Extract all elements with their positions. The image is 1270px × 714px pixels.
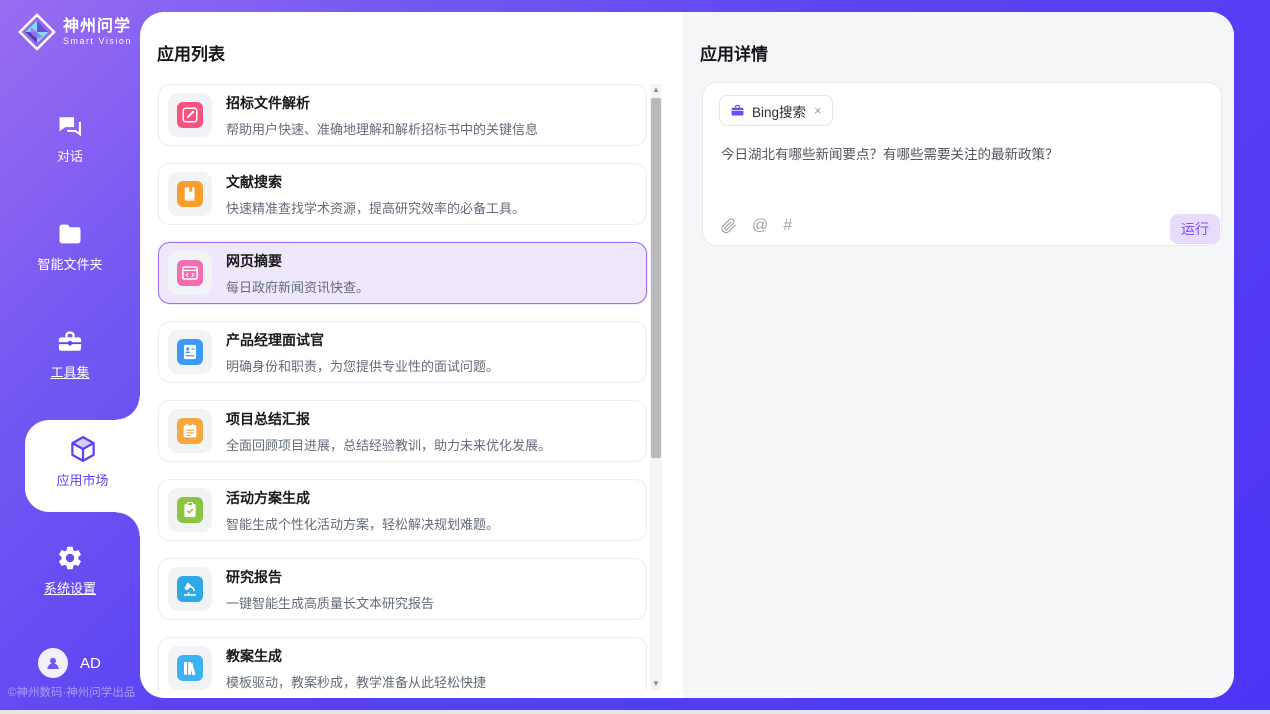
app-description: 快速精准查找学术资源，提高研究效率的必备工具。 [226, 198, 525, 217]
sidebar-item-label: 系统设置 [44, 581, 96, 596]
user-name: AD [80, 655, 101, 672]
app-card-web-summary[interactable]: 网页摘要 每日政府新闻资讯快查。 [158, 242, 647, 304]
app-card-lesson-plan[interactable]: 教案生成 模板驱动，教案秒成，教学准备从此轻松快捷 [158, 637, 647, 690]
chip-close-icon[interactable]: × [814, 103, 822, 118]
app-list-scrollbar[interactable]: ▲ ▼ [650, 84, 662, 690]
app-icon-tile [168, 330, 212, 374]
book-icon [177, 181, 203, 207]
at-icon[interactable]: @ [752, 217, 768, 235]
cube-icon [68, 434, 98, 464]
app-description: 帮助用户快速、准确地理解和解析招标书中的关键信息 [226, 119, 538, 138]
copyright: ©神州数码·神州问学出品 [8, 684, 140, 700]
query-card: Bing搜索 × 今日湖北有哪些新闻要点？有哪些需要关注的最新政策？ @ # [702, 82, 1222, 246]
query-text[interactable]: 今日湖北有哪些新闻要点？有哪些需要关注的最新政策？ [721, 145, 1201, 165]
browser-code-icon [177, 260, 203, 286]
clipboard-check-icon [177, 497, 203, 523]
app-icon-tile [168, 172, 212, 216]
scroll-down-arrow[interactable]: ▼ [650, 678, 662, 690]
toolbox-icon [56, 328, 84, 356]
app-card-bid-analysis[interactable]: 招标文件解析 帮助用户快速、准确地理解和解析招标书中的关键信息 [158, 84, 647, 146]
sidebar-item-settings[interactable]: 系统设置 [0, 544, 140, 598]
brand-diamond-icon [18, 13, 56, 51]
app-name: 招标文件解析 [226, 93, 538, 113]
app-icon-tile [168, 567, 212, 611]
app-description: 明确身份和职责，为您提供专业性的面试问题。 [226, 356, 499, 375]
app-name: 教案生成 [226, 646, 486, 666]
app-icon-tile [168, 251, 212, 295]
brand-name: 神州问学 [63, 18, 132, 36]
person-icon [44, 654, 62, 672]
run-button[interactable]: 运行 [1170, 214, 1220, 244]
app-name: 文献搜索 [226, 172, 525, 192]
app-card-literature-search[interactable]: 文献搜索 快速精准查找学术资源，提高研究效率的必备工具。 [158, 163, 647, 225]
app-detail-title: 应用详情 [700, 40, 768, 65]
brand: 神州问学 Smart Vision [18, 13, 132, 51]
scrollbar-thumb[interactable] [651, 98, 661, 458]
sidebar-item-toolset[interactable]: 工具集 [0, 328, 140, 382]
app-name: 项目总结汇报 [226, 409, 551, 429]
app-card-project-summary[interactable]: 项目总结汇报 全面回顾项目进展，总结经验教训，助力未来优化发展。 [158, 400, 647, 462]
app-detail-panel: 应用详情 Bing搜索 × 今日湖北有哪些新闻要点？有哪些需要关注的最新政策？ [683, 12, 1234, 698]
app-description: 每日政府新闻资讯快查。 [226, 277, 369, 296]
app-description: 全面回顾项目进展，总结经验教训，助力未来优化发展。 [226, 435, 551, 454]
app-name: 研究报告 [226, 567, 434, 587]
composer-toolbar: @ # [721, 217, 792, 235]
bottom-strip [0, 710, 1270, 714]
app-name: 活动方案生成 [226, 488, 499, 508]
sidebar-item-label: 智能文件夹 [37, 257, 102, 272]
app-card-event-plan[interactable]: 活动方案生成 智能生成个性化活动方案，轻松解决规划难题。 [158, 479, 647, 541]
briefcase-icon [730, 103, 745, 118]
app-name: 网页摘要 [226, 251, 369, 271]
hash-icon[interactable]: # [783, 217, 792, 235]
app-description: 一键智能生成高质量长文本研究报告 [226, 593, 434, 612]
resume-icon [177, 339, 203, 365]
sidebar-item-chat[interactable]: 对话 [0, 112, 140, 166]
app-description: 模板驱动，教案秒成，教学准备从此轻松快捷 [226, 672, 486, 691]
paperclip-icon[interactable] [721, 218, 737, 234]
sidebar-item-label: 应用市场 [56, 473, 108, 488]
tool-chip-bing-search[interactable]: Bing搜索 × [719, 95, 833, 126]
sidebar-item-smart-folder[interactable]: 智能文件夹 [0, 220, 140, 274]
books-icon [177, 655, 203, 681]
gear-icon [56, 544, 84, 572]
sidebar: 神州问学 Smart Vision 对话 智能文件夹 [0, 0, 140, 710]
sidebar-item-label: 工具集 [50, 365, 89, 380]
app-card-pm-interviewer[interactable]: 产品经理面试官 明确身份和职责，为您提供专业性的面试问题。 [158, 321, 647, 383]
app-name: 产品经理面试官 [226, 330, 499, 350]
app-icon-tile [168, 93, 212, 137]
scroll-up-arrow[interactable]: ▲ [650, 84, 662, 96]
app-list: 招标文件解析 帮助用户快速、准确地理解和解析招标书中的关键信息 文献搜索 快速精… [158, 84, 648, 690]
avatar [38, 648, 68, 678]
edit-doc-icon [177, 102, 203, 128]
app-description: 智能生成个性化活动方案，轻松解决规划难题。 [226, 514, 499, 533]
tool-chip-label: Bing搜索 [752, 101, 806, 121]
microscope-icon [177, 576, 203, 602]
folder-icon [56, 220, 84, 248]
app-icon-tile [168, 646, 212, 690]
content-area: 应用列表 招标文件解析 帮助用户快速、准确地理解和解析招标书中的关键信息 [140, 12, 1234, 698]
app-icon-tile [168, 409, 212, 453]
app-icon-tile [168, 488, 212, 532]
app-card-research-report[interactable]: 研究报告 一键智能生成高质量长文本研究报告 [158, 558, 647, 620]
notepad-icon [177, 418, 203, 444]
brand-subtitle: Smart Vision [63, 36, 132, 46]
chat-icon [56, 112, 84, 140]
user-menu[interactable]: AD [38, 648, 101, 678]
sidebar-item-label: 对话 [57, 149, 83, 164]
app-list-title: 应用列表 [157, 40, 225, 65]
app-frame: 神州问学 Smart Vision 对话 智能文件夹 [0, 0, 1270, 714]
sidebar-item-app-market[interactable]: 应用市场 [25, 420, 140, 512]
